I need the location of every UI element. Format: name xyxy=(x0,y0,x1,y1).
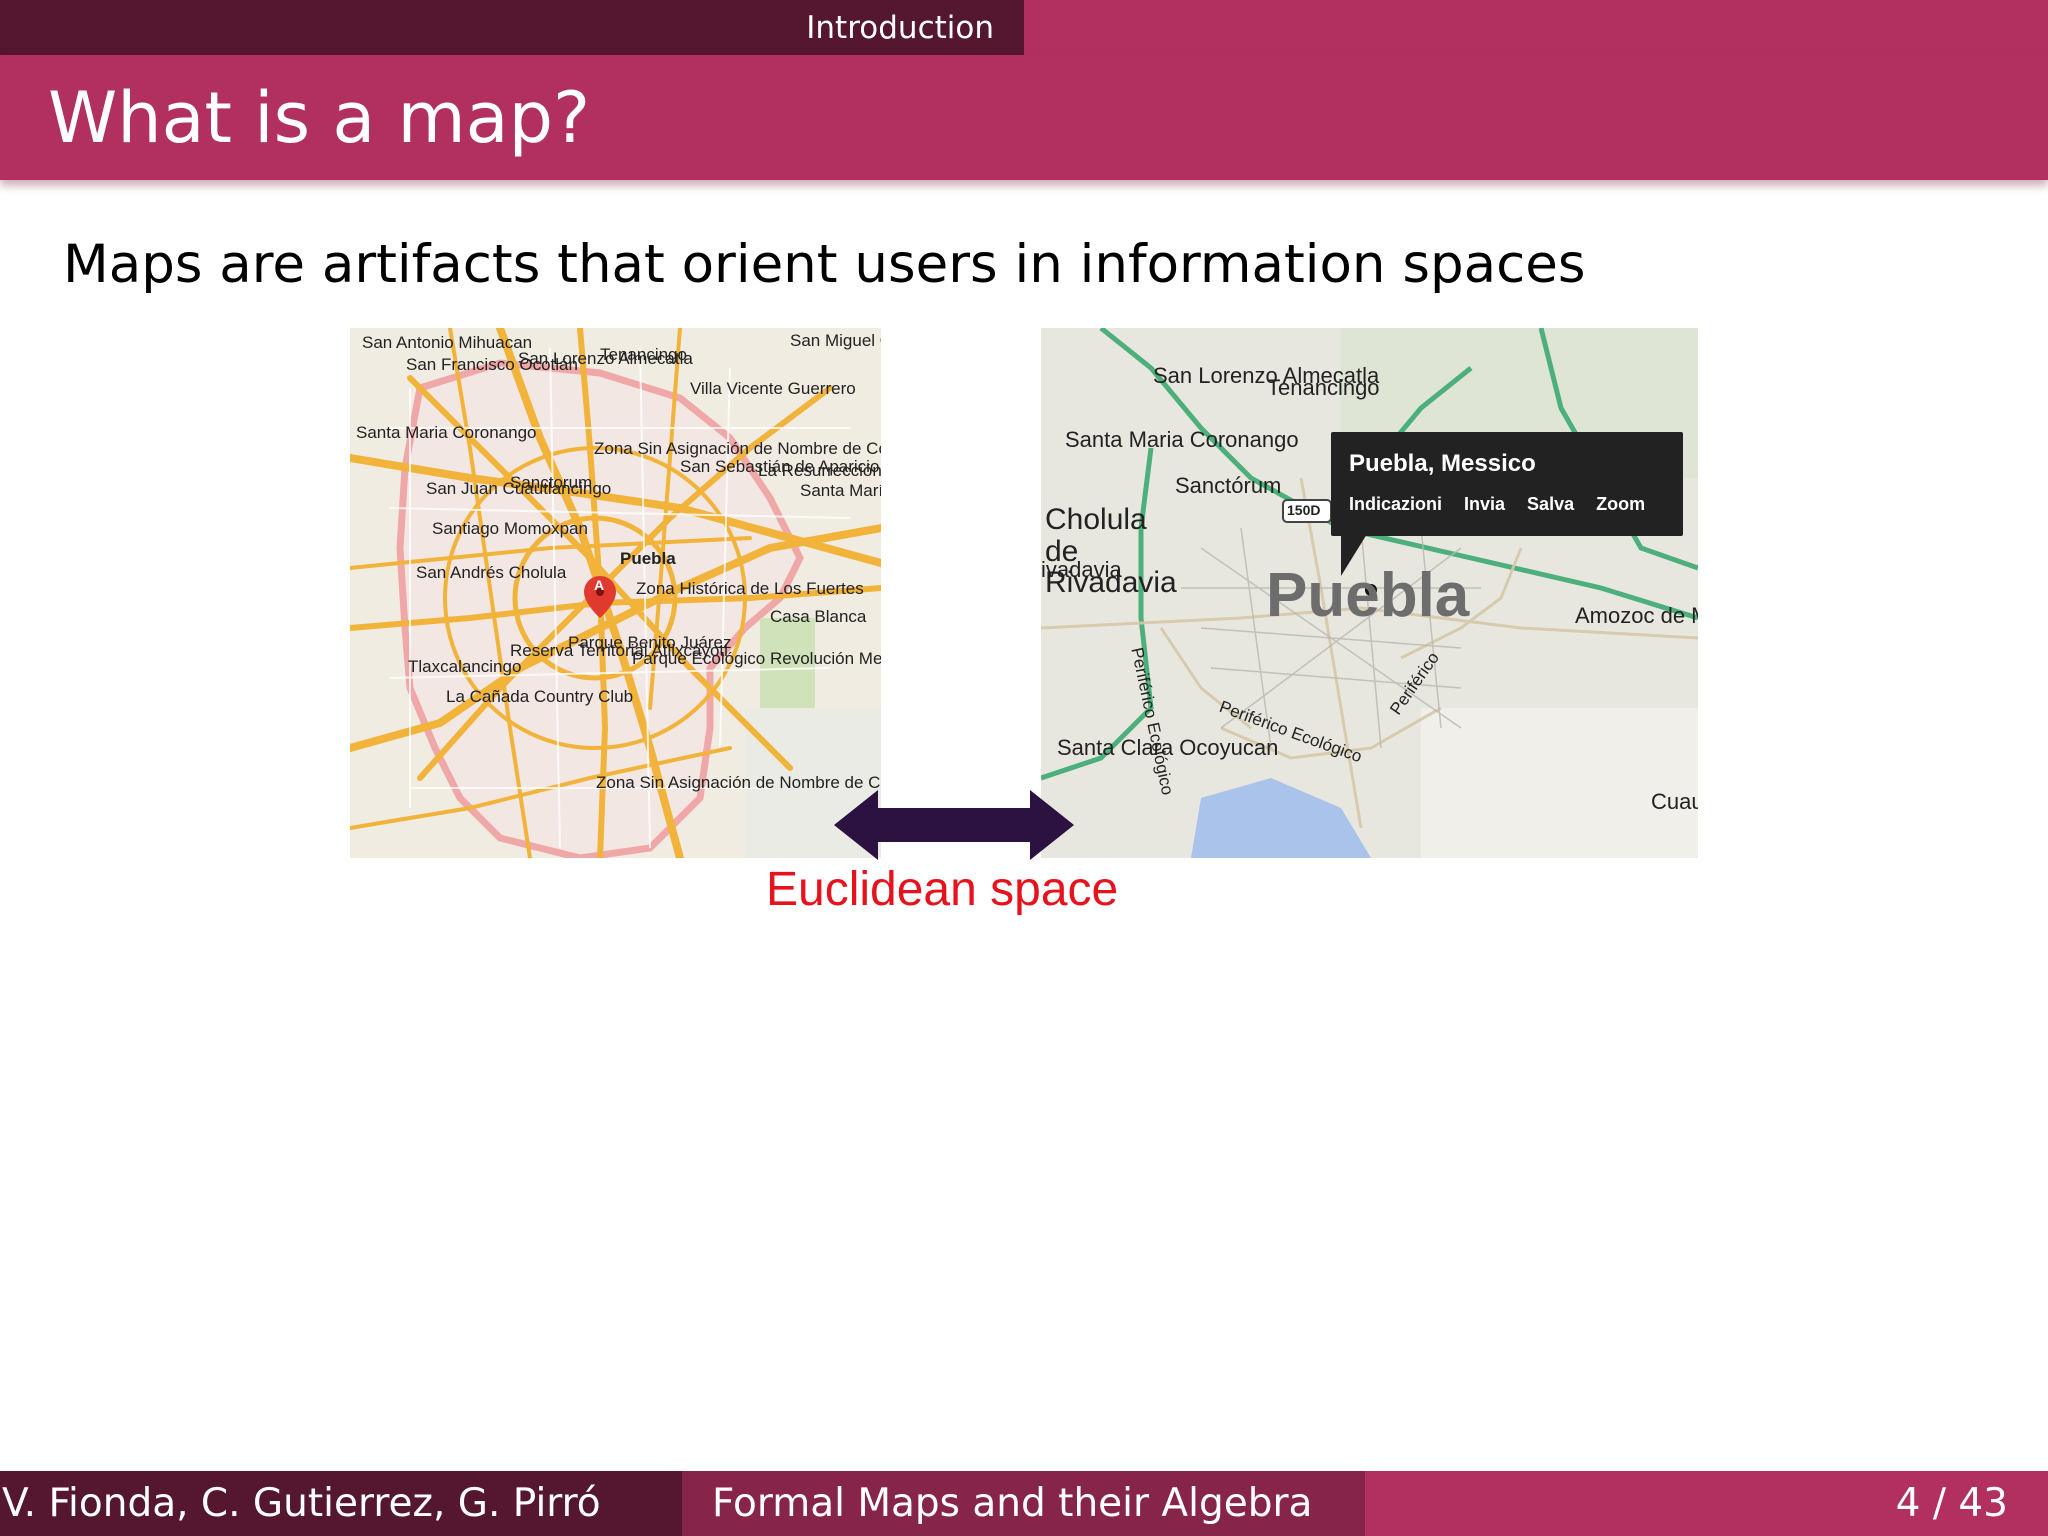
left-map-label: Zona Sin Asignación de Nombre de Col 1 xyxy=(594,439,881,458)
popup-title: Puebla, Messico xyxy=(1349,450,1536,477)
map-info-popup: Puebla, Messico Indicazioni Invia Salva … xyxy=(1331,432,1683,536)
lead-text: Maps are artifacts that orient users in … xyxy=(63,234,1586,295)
map-figure: San Antonio Mihuacan San Francisco Ocotl… xyxy=(350,328,1698,928)
section-strip-right xyxy=(1024,0,2048,55)
left-map-label: San Andrés Cholula xyxy=(416,563,567,582)
footer-title: Formal Maps and their Algebra xyxy=(682,1471,1365,1536)
left-street-map: San Antonio Mihuacan San Francisco Ocotl… xyxy=(350,328,881,858)
right-map-label: Santa Clara Ocoyucan xyxy=(1057,735,1279,760)
left-map-label: Sanctorum xyxy=(510,473,593,492)
left-map-label: Tlaxcalancingo xyxy=(408,657,522,676)
left-map-label: Puebla xyxy=(620,549,676,568)
right-street-map: San Lorenzo Almecatla Tenancingo Santa M… xyxy=(1041,328,1698,858)
highway-shield-label: 150D xyxy=(1287,502,1321,518)
page-number: 4 / 43 xyxy=(1365,1471,2048,1536)
send-link[interactable]: Invia xyxy=(1464,494,1505,515)
right-map-label: Amozoc de M xyxy=(1575,603,1698,628)
left-map-label: San Miguel Canoa xyxy=(790,331,881,350)
left-map-label: Villa Vicente Guerrero xyxy=(690,379,856,398)
right-map-label: Cholula de Rivadavia xyxy=(1045,503,1177,599)
city-label: Puebla xyxy=(1266,561,1470,630)
section-label[interactable]: Introduction xyxy=(0,0,1024,55)
popup-actions: Indicazioni Invia Salva Zoom xyxy=(1349,494,1645,515)
right-map-label: Tenancingo xyxy=(1267,375,1380,400)
right-map-label: Sanctórum xyxy=(1175,473,1282,498)
save-link[interactable]: Salva xyxy=(1527,494,1574,515)
marker-label: A xyxy=(594,577,605,593)
footer-bar: V. Fionda, C. Gutierrez, G. Pirró Formal… xyxy=(0,1471,2048,1536)
left-map-label: La Cañada Country Club xyxy=(446,687,634,706)
left-map-label: Parque Ecológico Revolución Mexicana xyxy=(632,649,881,668)
left-map-label: San Antonio Mihuacan xyxy=(362,333,533,352)
right-map-label: Cuaut xyxy=(1651,789,1698,814)
figure-caption: Euclidean space xyxy=(766,863,1119,916)
directions-link[interactable]: Indicazioni xyxy=(1349,494,1442,515)
frame-title: What is a map? xyxy=(48,77,591,159)
left-map-label: Zona Histórica de Los Fuertes xyxy=(636,579,864,598)
left-map-label: Santa María Xonacatepec xyxy=(800,481,881,500)
left-map-label: La Resurrección xyxy=(758,461,881,480)
left-map-label: Casa Blanca xyxy=(770,607,867,626)
mountain-terrain xyxy=(1421,708,1698,858)
double-arrow-icon xyxy=(834,790,1074,860)
right-map-label: ivadavia xyxy=(1041,557,1122,582)
left-map-label: Tenancingo xyxy=(600,345,687,364)
left-map-label: Santiago Momoxpan xyxy=(432,519,588,538)
zoom-link[interactable]: Zoom xyxy=(1596,494,1645,515)
frame-title-bar: What is a map? xyxy=(0,55,2048,180)
popup-pointer xyxy=(1341,534,1367,576)
footer-authors: V. Fionda, C. Gutierrez, G. Pirró xyxy=(0,1471,682,1536)
right-map-label: Santa Maria Coronango xyxy=(1065,427,1299,452)
left-map-label: Santa Maria Coronango xyxy=(356,423,537,442)
